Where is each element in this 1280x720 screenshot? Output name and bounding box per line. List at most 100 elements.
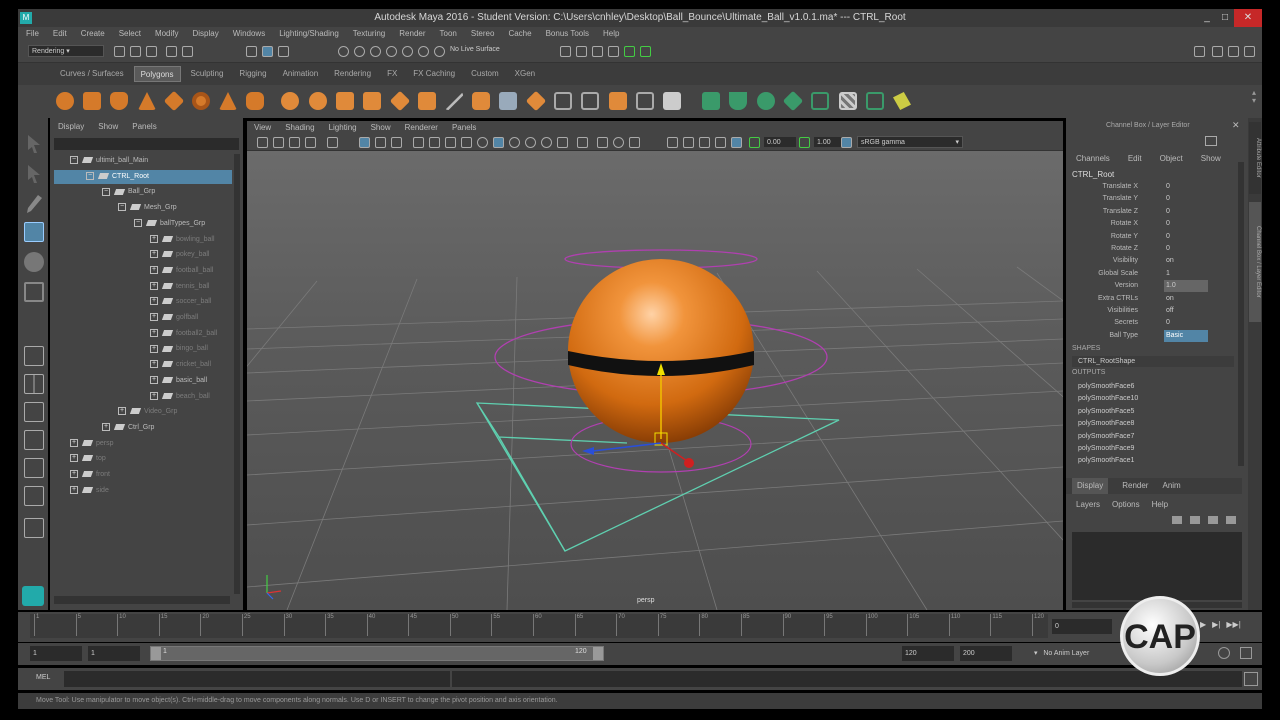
collapse-icon[interactable]: −: [118, 203, 126, 212]
outliner-row[interactable]: + bowling_ball: [54, 233, 232, 247]
outliner-row[interactable]: + beach_ball: [54, 390, 232, 404]
channel-attribute[interactable]: Translate X 0: [1072, 181, 1234, 193]
expand-icon[interactable]: +: [70, 454, 78, 463]
smooth-icon[interactable]: [389, 90, 411, 112]
image-plane-icon[interactable]: [305, 137, 316, 148]
menu-file[interactable]: File: [26, 27, 39, 41]
shelf-tab-animation[interactable]: Animation: [277, 66, 325, 82]
safe-action-icon[interactable]: [445, 137, 456, 148]
outliner-layout-icon[interactable]: [24, 430, 44, 450]
menu-cache[interactable]: Cache: [508, 27, 531, 41]
two-pane-layout-icon[interactable]: [24, 402, 44, 422]
viewport-menu-panels[interactable]: Panels: [452, 121, 476, 135]
save-scene-icon[interactable]: [146, 46, 157, 57]
outliner-menu-show[interactable]: Show: [98, 118, 118, 136]
make-live-icon[interactable]: [418, 46, 429, 57]
safe-title-icon[interactable]: [461, 137, 472, 148]
outliner-menu-display[interactable]: Display: [58, 118, 84, 136]
render-view-icon[interactable]: [624, 46, 635, 57]
outliner-horizontal-scrollbar[interactable]: [54, 596, 230, 604]
outliner-row[interactable]: + Video_Grp: [54, 405, 232, 419]
menu-texturing[interactable]: Texturing: [353, 27, 385, 41]
step-forward-icon[interactable]: ▶|: [1212, 620, 1220, 629]
outliner-row[interactable]: + top: [54, 452, 232, 466]
ipr-render-icon[interactable]: [576, 46, 587, 57]
menu-create[interactable]: Create: [81, 27, 105, 41]
field-chart-icon[interactable]: [429, 137, 440, 148]
layer-list[interactable]: [1072, 532, 1242, 600]
menu-select[interactable]: Select: [119, 27, 141, 41]
hypershade-icon[interactable]: [608, 46, 619, 57]
shelf-tab-curves-surfaces[interactable]: Curves / Surfaces: [54, 66, 130, 82]
textured-icon[interactable]: [525, 137, 536, 148]
poly-cylinder-icon[interactable]: [110, 92, 128, 110]
close-panel-icon[interactable]: ✕: [1232, 120, 1240, 131]
outliner-row[interactable]: + front: [54, 468, 232, 482]
new-layer-selected-icon[interactable]: [1226, 516, 1236, 524]
channel-menu-object[interactable]: Object: [1160, 154, 1183, 163]
shelf-tab-custom[interactable]: Custom: [465, 66, 505, 82]
script-editor-icon[interactable]: [1244, 672, 1258, 686]
xray-joints-icon[interactable]: [613, 137, 624, 148]
outliner-row[interactable]: + Ctrl_Grp: [54, 421, 232, 435]
expand-icon[interactable]: +: [150, 328, 158, 337]
uv-editor-icon[interactable]: [893, 92, 911, 110]
select-tool-icon[interactable]: [28, 135, 40, 153]
channel-attribute[interactable]: Visibilities off: [1072, 305, 1234, 317]
menu-toon[interactable]: Toon: [440, 27, 457, 41]
channel-menu-show[interactable]: Show: [1201, 154, 1221, 163]
planar-mapping-icon[interactable]: [702, 92, 720, 110]
poly-torus-icon[interactable]: [192, 92, 210, 110]
bridge-icon[interactable]: [499, 92, 517, 110]
shelf-tab-fx[interactable]: FX: [381, 66, 403, 82]
snap-point-icon[interactable]: [370, 46, 381, 57]
channel-attribute[interactable]: Version 1.0: [1072, 280, 1234, 293]
attribute-value-field[interactable]: 0: [1164, 218, 1208, 230]
channel-attribute[interactable]: Rotate Y 0: [1072, 231, 1234, 243]
layer-tab-anim[interactable]: Anim: [1162, 478, 1180, 494]
shelf-scroll-icon[interactable]: ▴ ▾: [1252, 89, 1256, 105]
multisample-aa-icon[interactable]: [699, 137, 710, 148]
move-tool-icon[interactable]: [24, 222, 44, 242]
poly-sphere-icon[interactable]: [56, 92, 74, 110]
redo-icon[interactable]: [182, 46, 193, 57]
color-management-icon[interactable]: [731, 137, 742, 148]
attribute-value-field[interactable]: 1.0: [1164, 280, 1208, 293]
collapse-icon[interactable]: −: [134, 218, 142, 227]
maximize-button[interactable]: □: [1216, 9, 1234, 27]
minimize-button[interactable]: _: [1198, 9, 1216, 27]
exposure-field[interactable]: 0.00: [763, 136, 797, 148]
shape-node[interactable]: CTRL_RootShape: [1072, 356, 1234, 367]
attribute-value-field[interactable]: 0: [1164, 181, 1208, 193]
attribute-value-field[interactable]: 0: [1164, 243, 1208, 255]
expand-icon[interactable]: +: [150, 266, 158, 275]
layer-tab-display[interactable]: Display: [1072, 478, 1109, 494]
render-current-frame-icon[interactable]: [560, 46, 571, 57]
attribute-value-field[interactable]: 0: [1164, 317, 1208, 329]
attribute-value-field[interactable]: 0: [1164, 193, 1208, 205]
shadows-icon[interactable]: [557, 137, 568, 148]
extract-icon[interactable]: [336, 92, 354, 110]
tool-settings-icon[interactable]: [1228, 46, 1239, 57]
wireframe-on-shaded-icon[interactable]: [477, 137, 488, 148]
channel-box-icon[interactable]: [1205, 136, 1217, 146]
poly-cube-icon[interactable]: [83, 92, 101, 110]
select-component-icon[interactable]: [278, 46, 289, 57]
live-surface-icon[interactable]: [434, 46, 445, 57]
expand-icon[interactable]: +: [102, 423, 110, 432]
collapse-icon[interactable]: −: [102, 187, 110, 196]
outliner-search-field[interactable]: [54, 138, 239, 150]
smooth-shade-icon[interactable]: [493, 137, 504, 148]
shelf-tab-xgen[interactable]: XGen: [509, 66, 541, 82]
expand-icon[interactable]: +: [150, 391, 158, 400]
expand-icon[interactable]: +: [150, 360, 158, 369]
outliner-row[interactable]: + football2_ball: [54, 327, 232, 341]
poly-cone-icon[interactable]: [138, 92, 156, 110]
outliner-row[interactable]: − Ball_Grp: [54, 185, 232, 199]
layer-menu-options[interactable]: Options: [1112, 500, 1140, 509]
xray-icon[interactable]: [597, 137, 608, 148]
unfold-uv-icon[interactable]: [866, 92, 884, 110]
channel-menu-channels[interactable]: Channels: [1076, 154, 1110, 163]
menu-bonus-tools[interactable]: Bonus Tools: [546, 27, 589, 41]
separate-icon[interactable]: [309, 92, 327, 110]
